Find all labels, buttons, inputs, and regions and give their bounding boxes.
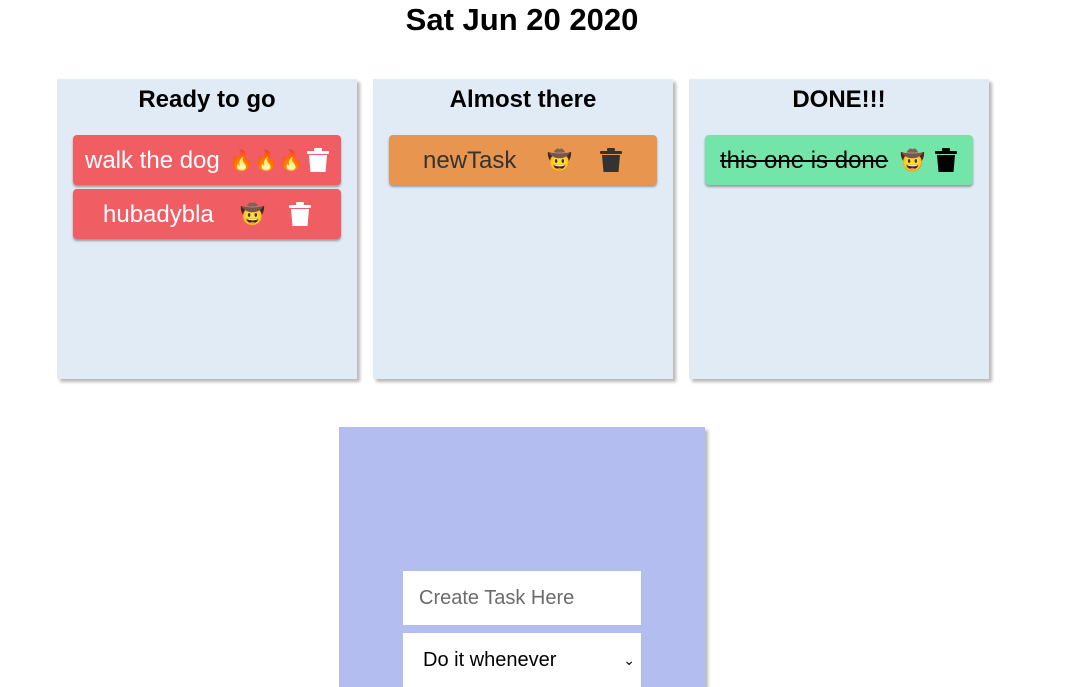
task-text: this one is done (720, 147, 889, 174)
priority-select-value: Do it whenever (423, 649, 557, 671)
task-text: walk the dog (85, 147, 220, 174)
column-title: Ready to go (138, 86, 276, 113)
task-text: newTask (423, 147, 517, 174)
column-title: DONE!!! (792, 86, 886, 113)
column-done: DONE!!! this one is done 🤠 (689, 79, 989, 379)
column-almost-there: Almost there newTask 🤠 (373, 79, 673, 379)
task-input[interactable] (403, 571, 641, 625)
create-task-panel: Do it whenever ⌄ (339, 427, 705, 687)
trash-icon[interactable] (307, 148, 329, 173)
task-card[interactable]: this one is done 🤠 (705, 135, 973, 185)
column-ready-to-go: Ready to go walk the dog 🔥🔥🔥 hubadybla 🤠 (57, 79, 357, 379)
page-title: Sat Jun 20 2020 (405, 2, 639, 37)
trash-icon[interactable] (289, 202, 311, 227)
task-card[interactable]: newTask 🤠 (389, 135, 657, 185)
cowboy-emoji-icon: 🤠 (547, 148, 572, 172)
task-card[interactable]: hubadybla 🤠 (73, 189, 341, 239)
column-title: Almost there (449, 86, 597, 113)
fire-emoji-icon: 🔥🔥🔥 (229, 148, 304, 172)
chevron-down-icon: ⌄ (623, 652, 635, 668)
trash-icon[interactable] (935, 148, 957, 173)
priority-select[interactable]: Do it whenever ⌄ (403, 633, 641, 687)
trash-icon[interactable] (600, 148, 622, 173)
task-text: hubadybla (103, 201, 214, 228)
cowboy-emoji-icon: 🤠 (900, 148, 925, 172)
cowboy-emoji-icon: 🤠 (240, 202, 265, 226)
task-card[interactable]: walk the dog 🔥🔥🔥 (73, 135, 341, 185)
